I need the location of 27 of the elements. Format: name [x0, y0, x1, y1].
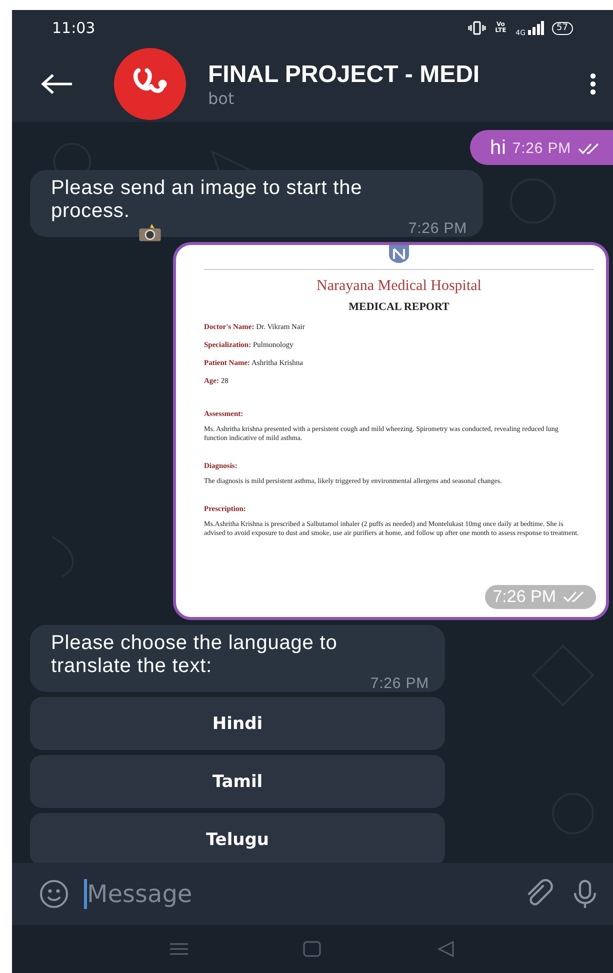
emoji-icon[interactable] [38, 878, 70, 910]
time-text: 7:26 PM [492, 587, 556, 607]
message-time: 7:26 PM [370, 677, 429, 691]
message-bar[interactable]: Message [12, 863, 613, 925]
message-time: 7:26 PM [408, 222, 467, 236]
back-arrow-icon[interactable] [40, 72, 74, 96]
language-button[interactable]: Tamil [30, 755, 445, 808]
message-time: 7:26 PM [512, 142, 571, 156]
clock: 11:03 [52, 19, 96, 37]
signal-icon [528, 21, 544, 35]
language-button[interactable]: Telugu [30, 813, 445, 863]
camera-icon [138, 224, 162, 242]
home-icon[interactable] [301, 940, 324, 958]
chat-title: FINAL PROJECT - MEDI [208, 60, 481, 88]
message-field[interactable]: Message [84, 879, 509, 909]
battery-indicator: 57 [552, 22, 573, 34]
report-image[interactable] [173, 242, 609, 620]
more-options-icon[interactable] [589, 73, 597, 95]
message-text: Please send an image to start the process. [51, 177, 364, 223]
language-button[interactable]: Hindi [30, 697, 445, 750]
hospital-name: Narayana Medical Hospital [316, 278, 482, 295]
vibrate-icon [468, 21, 486, 35]
message-text: Please choose the language to translate the text: [51, 632, 338, 678]
report-title: MEDICAL REPORT [348, 301, 450, 313]
message-text: hi [490, 136, 506, 161]
shield-logo-icon [388, 245, 410, 263]
chat-subtitle: bot [208, 88, 236, 108]
